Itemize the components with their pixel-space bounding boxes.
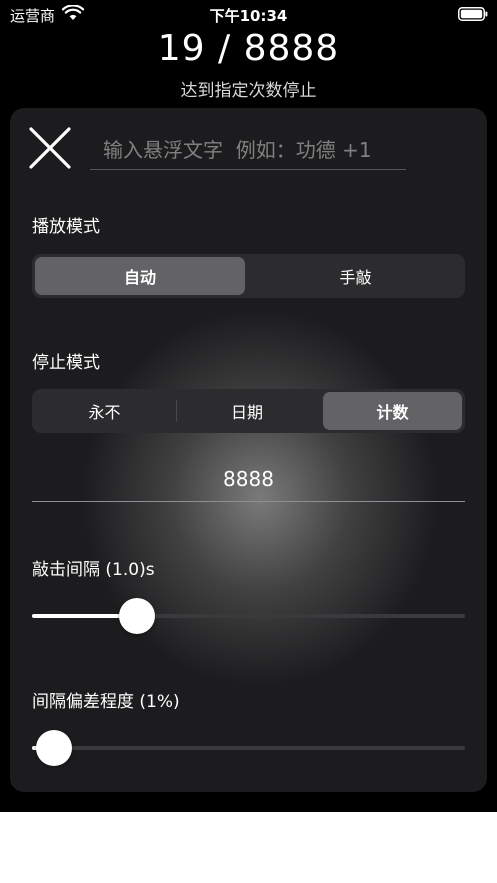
status-bar: 运营商 下午10:34 bbox=[0, 0, 497, 30]
stop-mode-option-never[interactable]: 永不 bbox=[35, 392, 174, 430]
play-mode-option-auto[interactable]: 自动 bbox=[35, 257, 245, 295]
segment-divider bbox=[176, 400, 177, 422]
play-mode-segmented-control: 自动 手敲 bbox=[32, 254, 465, 298]
interval-deviation-slider[interactable] bbox=[32, 730, 465, 766]
close-icon[interactable] bbox=[28, 126, 72, 170]
stop-mode-option-count[interactable]: 计数 bbox=[323, 392, 462, 430]
tap-counter: 19 / 8888 bbox=[157, 28, 340, 69]
tap-interval-label: 敲击间隔 (1.0)s bbox=[32, 560, 155, 580]
slider-thumb[interactable] bbox=[35, 730, 72, 766]
stop-mode-option-date[interactable]: 日期 bbox=[178, 392, 316, 430]
interval-deviation-label: 间隔偏差程度 (1%) bbox=[32, 692, 180, 712]
stop-count-input[interactable] bbox=[32, 456, 465, 502]
app-screen: 运营商 下午10:34 19 / 8888 达到指定次数停止 播放模式 自动 手… bbox=[0, 0, 497, 812]
settings-panel: 播放模式 自动 手敲 停止模式 永不 日期 计数 敲击间隔 (1.0)s 间隔偏… bbox=[10, 108, 487, 792]
slider-track bbox=[32, 746, 465, 750]
play-mode-option-manual[interactable]: 手敲 bbox=[249, 257, 462, 295]
status-time: 下午10:34 bbox=[209, 7, 288, 25]
battery-icon bbox=[458, 7, 488, 21]
slider-thumb[interactable] bbox=[119, 598, 156, 634]
tap-interval-slider[interactable] bbox=[32, 598, 465, 634]
play-mode-label: 播放模式 bbox=[32, 217, 100, 237]
float-text-input[interactable] bbox=[90, 130, 406, 170]
stop-mode-label: 停止模式 bbox=[32, 353, 100, 373]
stop-mode-segmented-control: 永不 日期 计数 bbox=[32, 389, 465, 433]
stop-condition-text: 达到指定次数停止 bbox=[180, 81, 317, 101]
